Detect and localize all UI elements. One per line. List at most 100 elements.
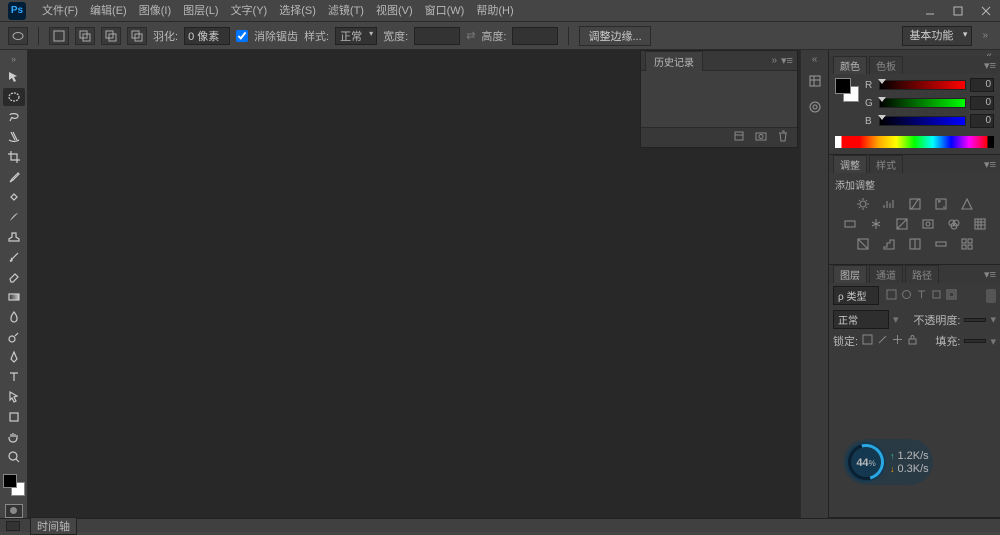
subtract-selection-icon[interactable] [101,27,121,45]
filter-shape-icon[interactable] [931,289,942,303]
history-delete-icon[interactable] [777,130,789,145]
timeline-collapse-icon[interactable] [6,521,20,531]
type-tool[interactable] [3,368,25,386]
b-value[interactable]: 0 [970,114,994,128]
channel-mixer-icon[interactable] [946,216,962,232]
eyedropper-tool[interactable] [3,168,25,186]
lasso-tool[interactable] [3,108,25,126]
marquee-tool[interactable] [3,88,25,106]
current-tool-icon[interactable] [8,27,28,45]
lock-position-icon[interactable] [892,334,903,348]
shape-tool[interactable] [3,408,25,426]
toolbox-collapse-icon[interactable]: » [11,54,16,64]
adjust-panel-menu-icon[interactable]: ▾≡ [984,158,996,171]
filter-pixel-icon[interactable] [886,289,897,303]
move-tool[interactable] [3,68,25,86]
menu-type[interactable]: 文字(Y) [225,0,274,22]
hue-sat-icon[interactable] [842,216,858,232]
channels-tab[interactable]: 通道 [869,265,903,283]
brightness-icon[interactable] [855,196,871,212]
eraser-tool[interactable] [3,268,25,286]
window-maximize-button[interactable] [944,0,972,22]
swatches-tab[interactable]: 色板 [869,56,903,74]
posterize-icon[interactable] [881,236,897,252]
invert-icon[interactable] [855,236,871,252]
blur-tool[interactable] [3,308,25,326]
history-panel[interactable]: 历史记录 » ▾≡ [640,50,798,148]
filter-toggle[interactable] [986,289,996,303]
menu-file[interactable]: 文件(F) [36,0,84,22]
history-brush-tool[interactable] [3,248,25,266]
layer-filter-kind[interactable]: ρ 类型 [833,286,879,305]
levels-icon[interactable] [881,196,897,212]
panel-color-swatches[interactable] [835,78,859,102]
history-list[interactable] [641,71,797,127]
dock-panel-1-icon[interactable] [805,71,825,91]
selective-color-icon[interactable] [959,236,975,252]
quickmask-toggle[interactable] [5,504,23,518]
menu-layer[interactable]: 图层(L) [177,0,224,22]
adjustments-tab[interactable]: 调整 [833,155,867,173]
document-canvas[interactable]: 历史记录 » ▾≡ [28,50,800,518]
color-tab[interactable]: 颜色 [833,56,867,74]
zoom-tool[interactable] [3,448,25,466]
window-minimize-button[interactable] [916,0,944,22]
add-selection-icon[interactable] [75,27,95,45]
window-close-button[interactable] [972,0,1000,22]
menu-help[interactable]: 帮助(H) [470,0,519,22]
paths-tab[interactable]: 路径 [905,265,939,283]
dock-expand-icon[interactable]: « [808,54,822,65]
styles-tab[interactable]: 样式 [869,155,903,173]
menu-window[interactable]: 窗口(W) [419,0,471,22]
photo-filter-icon[interactable] [920,216,936,232]
pen-tool[interactable] [3,348,25,366]
g-slider[interactable] [879,98,966,108]
dodge-tool[interactable] [3,328,25,346]
new-selection-icon[interactable] [49,27,69,45]
menu-filter[interactable]: 滤镜(T) [322,0,370,22]
blend-mode-select[interactable]: 正常 [833,310,889,329]
gradient-map-icon[interactable] [933,236,949,252]
r-slider[interactable] [879,80,966,90]
path-select-tool[interactable] [3,388,25,406]
b-slider[interactable] [879,116,966,126]
menu-image[interactable]: 图像(I) [133,0,177,22]
threshold-icon[interactable] [907,236,923,252]
swap-icon[interactable]: ⇄ [466,29,475,42]
feather-input[interactable] [184,27,230,45]
lock-transparent-icon[interactable] [862,334,873,348]
quick-select-tool[interactable] [3,128,25,146]
filter-type-icon[interactable] [916,289,927,303]
antialias-checkbox[interactable] [236,30,248,42]
g-value[interactable]: 0 [970,96,994,110]
color-panel-menu-icon[interactable]: ▾≡ [984,59,996,72]
foreground-swatch[interactable] [3,474,17,488]
workspace-switcher[interactable]: 基本功能 [902,26,972,46]
lock-all-icon[interactable] [907,334,918,348]
history-snapshot-icon[interactable] [755,130,767,145]
menu-view[interactable]: 视图(V) [370,0,419,22]
panel-fg-swatch[interactable] [835,78,851,94]
history-new-doc-icon[interactable] [733,130,745,145]
collapse-right-icon[interactable]: » [978,30,992,41]
opacity-field[interactable] [964,318,986,322]
layers-tab[interactable]: 图层 [833,265,867,283]
color-spectrum[interactable] [835,136,994,148]
bw-icon[interactable] [894,216,910,232]
menu-edit[interactable]: 编辑(E) [84,0,133,22]
filter-smart-icon[interactable] [946,289,957,303]
dock-panel-2-icon[interactable] [805,97,825,117]
vibrance-icon[interactable] [959,196,975,212]
refine-edge-button[interactable]: 调整边缘... [579,26,650,46]
layers-list[interactable]: 44% ↑1.2K/s ↓0.3K/s [829,351,1000,517]
lookup-icon[interactable] [972,216,988,232]
hand-tool[interactable] [3,428,25,446]
color-swatches[interactable] [3,474,25,496]
style-select[interactable]: 正常▾ [335,27,377,45]
layers-panel-menu-icon[interactable]: ▾≡ [984,268,996,281]
intersect-selection-icon[interactable] [127,27,147,45]
lock-pixels-icon[interactable] [877,334,888,348]
brush-tool[interactable] [3,208,25,226]
panel-collapse-icon[interactable]: » [767,55,781,66]
menu-select[interactable]: 选择(S) [273,0,322,22]
